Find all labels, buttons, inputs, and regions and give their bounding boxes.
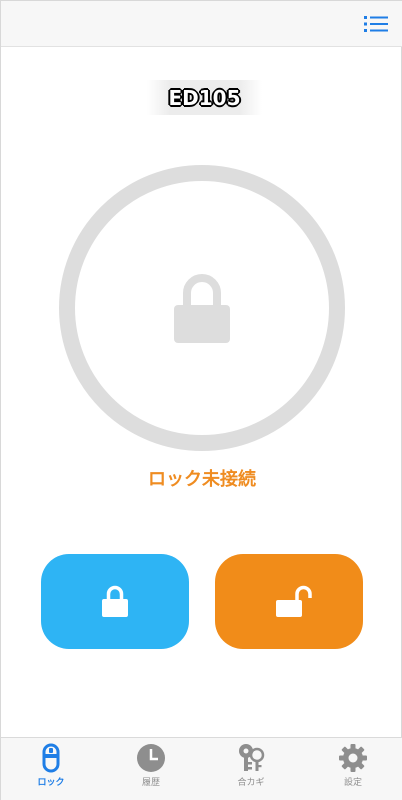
- list-menu-icon: [364, 16, 388, 32]
- unlock-button[interactable]: [215, 554, 363, 649]
- padlock-locked-icon: [102, 585, 128, 617]
- lock-status-text: ロック未接続: [148, 469, 256, 490]
- device-name-box: ED105: [147, 80, 262, 115]
- tab-label: 合カギ: [237, 778, 265, 788]
- tab-label: 設定: [343, 778, 362, 788]
- tab-label: 履歴: [141, 778, 160, 788]
- clock-icon: [137, 744, 165, 772]
- padlock-locked-icon: [174, 274, 230, 343]
- app-frame: ED105 ロック未接続 ロック 履歴 合カギ 設定: [0, 0, 402, 800]
- tab-lock[interactable]: ロック: [1, 738, 101, 800]
- tab-shared-keys[interactable]: 合カギ: [201, 738, 301, 800]
- device-name: ED105: [168, 85, 241, 110]
- tab-settings[interactable]: 設定: [303, 738, 402, 800]
- tab-history[interactable]: 履歴: [101, 738, 201, 800]
- gear-icon: [339, 744, 367, 772]
- padlock-unlocked-icon: [276, 585, 312, 617]
- tab-label: ロック: [37, 778, 65, 788]
- keys-icon: [239, 744, 265, 771]
- tab-bar: ロック 履歴 合カギ 設定: [1, 737, 402, 800]
- lock-button[interactable]: [41, 554, 189, 649]
- menu-button[interactable]: [363, 12, 389, 36]
- lock-device-icon: [42, 743, 60, 773]
- navigation-bar: [1, 1, 402, 47]
